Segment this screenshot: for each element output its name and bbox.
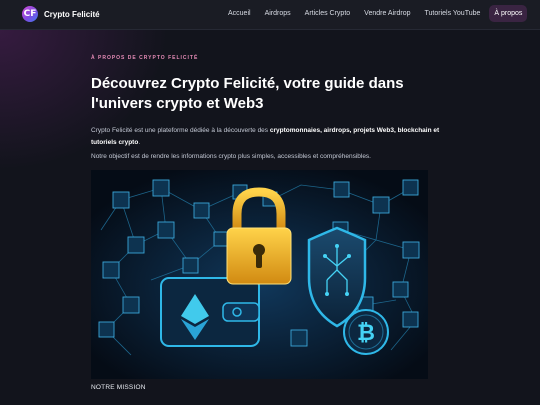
page-title: Découvrez Crypto Felicité, votre guide d… bbox=[91, 75, 404, 112]
nav-item-accueil[interactable]: Accueil bbox=[223, 5, 256, 22]
cube-icon bbox=[122, 296, 140, 314]
logo-icon: CF bbox=[22, 6, 38, 22]
hero-illustration: ₿ bbox=[91, 170, 428, 379]
objective-paragraph: Notre objectif est de rendre les informa… bbox=[91, 153, 371, 160]
section-eyebrow: À PROPOS DE CRYPTO FELICITÉ bbox=[91, 55, 199, 61]
cube-icon bbox=[112, 191, 130, 209]
cube-icon bbox=[333, 181, 350, 198]
brand-name: Crypto Felicité bbox=[44, 9, 100, 19]
cube-icon bbox=[98, 321, 115, 338]
mission-heading: NOTRE MISSION bbox=[91, 384, 146, 391]
brand[interactable]: CF Crypto Felicité bbox=[22, 6, 100, 22]
bitcoin-symbol: ₿ bbox=[357, 321, 375, 346]
cube-icon bbox=[392, 281, 409, 298]
nav-item-a-propos[interactable]: À propos bbox=[489, 5, 528, 22]
cube-icon bbox=[402, 311, 419, 328]
cube-icon bbox=[152, 179, 170, 197]
cube-icon bbox=[372, 196, 390, 214]
nav-item-tutoriels-youtube[interactable]: Tutoriels YouTube bbox=[419, 5, 485, 22]
nav-item-airdrops[interactable]: Airdrops bbox=[260, 5, 296, 22]
cube-icon bbox=[402, 241, 420, 259]
intro-suffix: . bbox=[138, 139, 141, 146]
cube-icon bbox=[213, 231, 229, 247]
wallet-icon bbox=[160, 277, 260, 347]
cube-icon bbox=[402, 179, 419, 196]
cube-icon bbox=[290, 329, 308, 347]
main-nav: Accueil Airdrops Articles Crypto Vendre … bbox=[223, 5, 531, 22]
cube-icon bbox=[102, 261, 120, 279]
top-navbar: CF Crypto Felicité Accueil Airdrops Arti… bbox=[0, 0, 540, 30]
nav-item-articles-crypto[interactable]: Articles Crypto bbox=[300, 5, 356, 22]
nav-item-vendre-airdrop[interactable]: Vendre Airdrop bbox=[359, 5, 415, 22]
cube-icon bbox=[182, 257, 199, 274]
cube-icon bbox=[193, 202, 210, 219]
intro-paragraph: Crypto Felicité est une plateforme dédié… bbox=[91, 125, 451, 149]
security-illustration: ₿ bbox=[91, 170, 428, 379]
intro-prefix: Crypto Felicité est une plateforme dédié… bbox=[91, 127, 270, 134]
bitcoin-icon: ₿ bbox=[343, 309, 389, 355]
cube-icon bbox=[157, 221, 175, 239]
cube-icon bbox=[127, 236, 145, 254]
